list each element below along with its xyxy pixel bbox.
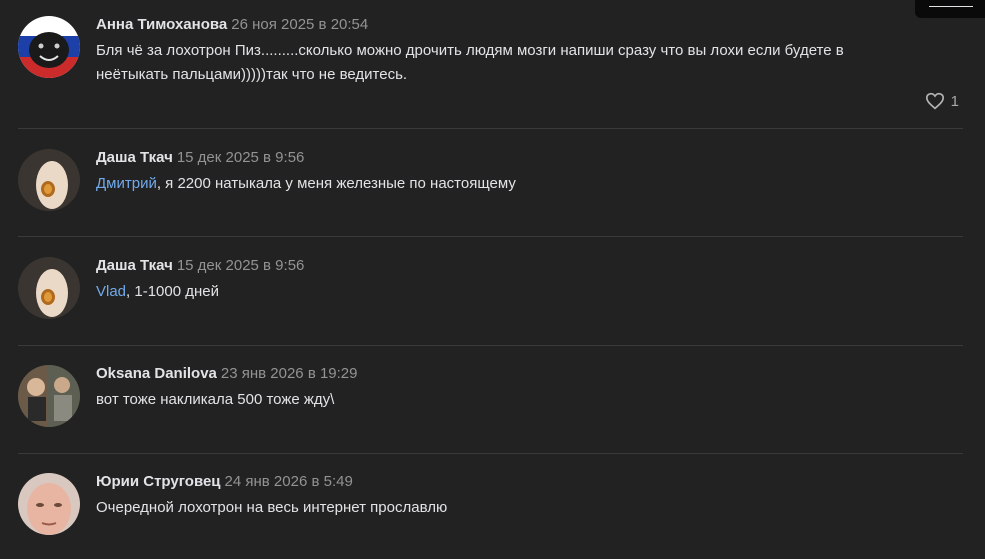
menu-icon [929, 6, 973, 7]
comment-text-body: , 1-1000 дней [126, 283, 219, 300]
comments-feed: Анна Тимоханова 26 ноя 2025 в 20:54 Бля ч… [0, 0, 985, 559]
heart-outline-icon [925, 92, 944, 110]
mention-link[interactable]: Vlad [96, 283, 126, 300]
avatar[interactable] [18, 16, 80, 78]
comment-text: Очередной лохотрон на весь интернет прос… [96, 496, 936, 520]
divider [18, 345, 963, 346]
author-name[interactable]: Даша Ткач [96, 257, 173, 274]
comment-text-body: , я 2200 натыкала у меня железные по нас… [156, 175, 516, 192]
avatar-image [18, 257, 80, 319]
divider [18, 236, 963, 237]
avatar[interactable] [18, 365, 80, 427]
author-name[interactable]: Юрии Струговец [96, 473, 221, 490]
author-name[interactable]: Даша Ткач [96, 149, 173, 166]
comment-header: Анна Тимоханова 26 ноя 2025 в 20:54 [96, 16, 368, 34]
like-button[interactable]: 1 [925, 92, 959, 110]
comment-text: Дмитрий, я 2200 натыкала у меня железные… [96, 172, 936, 196]
comment-header: Даша Ткач 15 дек 2025 в 9:56 [96, 149, 304, 167]
comment-text-line: Бля чё за лохотрон Пиз.........сколько м… [96, 42, 844, 59]
comment-date[interactable]: 24 янв 2026 в 5:49 [225, 473, 353, 490]
avatar[interactable] [18, 473, 80, 535]
comment-text: вот тоже накликала 500 тоже жду\ [96, 388, 936, 412]
comment-header: Юрии Струговец 24 янв 2026 в 5:49 [96, 473, 353, 491]
comment-date[interactable]: 15 дек 2025 в 9:56 [177, 257, 305, 274]
comment-header: Oksana Danilova 23 янв 2026 в 19:29 [96, 365, 358, 383]
corner-menu-button[interactable] [915, 0, 985, 18]
comment-text-body: Очередной лохотрон на весь интернет прос… [96, 499, 448, 516]
author-name[interactable]: Анна Тимоханова [96, 16, 227, 33]
comment-date[interactable]: 23 янв 2026 в 19:29 [221, 365, 358, 382]
like-count: 1 [950, 92, 959, 110]
avatar-image [18, 473, 80, 535]
comment-header: Даша Ткач 15 дек 2025 в 9:56 [96, 257, 304, 275]
divider [18, 128, 963, 129]
comment-text-body: вот тоже накликала 500 тоже жду\ [96, 391, 335, 408]
mention-link[interactable]: Дмитрий [96, 175, 157, 192]
divider [18, 453, 963, 454]
comment-date[interactable]: 26 ноя 2025 в 20:54 [231, 16, 368, 33]
avatar[interactable] [18, 257, 80, 319]
author-name[interactable]: Oksana Danilova [96, 365, 217, 382]
avatar-image [18, 365, 80, 427]
avatar[interactable] [18, 149, 80, 211]
avatar-image [18, 149, 80, 211]
comment-date[interactable]: 15 дек 2025 в 9:56 [177, 149, 305, 166]
comment-text-line: неётыкать пальцами)))))так что не ведите… [96, 66, 408, 83]
avatar-image [18, 16, 80, 78]
comment-text: Бля чё за лохотрон Пиз.........сколько м… [96, 39, 936, 87]
comment-text: Vlad, 1-1000 дней [96, 280, 936, 304]
